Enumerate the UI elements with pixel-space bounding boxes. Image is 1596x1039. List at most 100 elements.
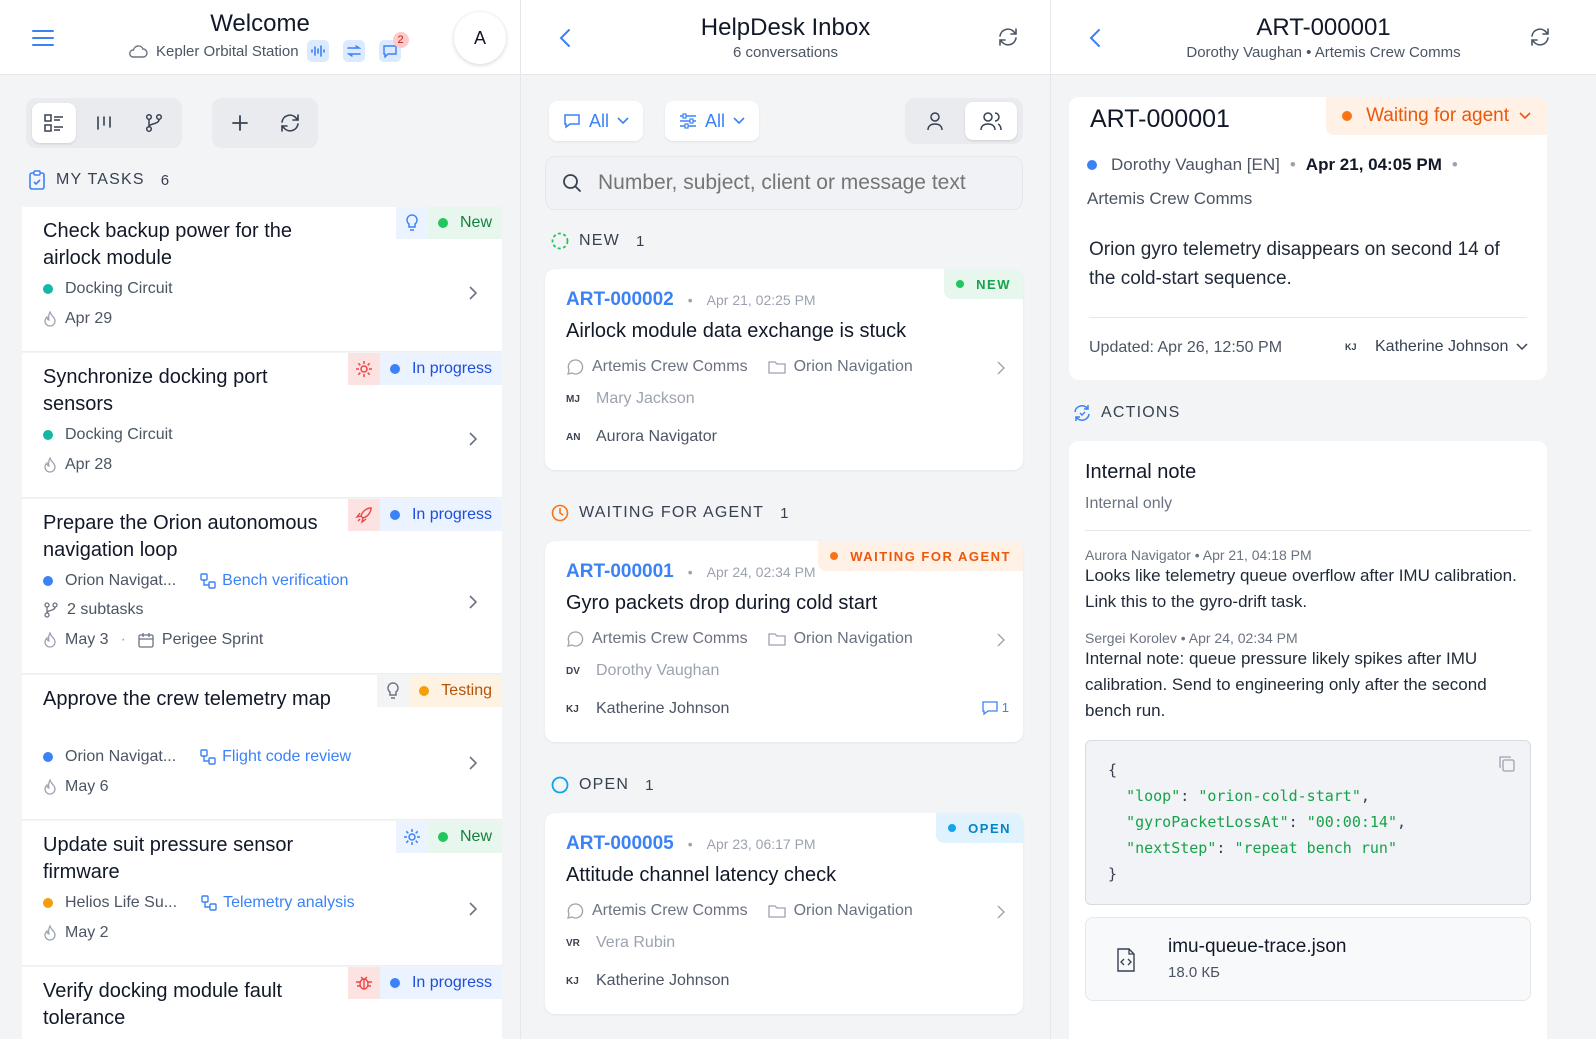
note-text: Internal note: queue pressure likely spi…	[1085, 649, 1487, 720]
sliders-icon	[679, 113, 697, 129]
status-label: New	[459, 214, 492, 231]
channel-filter[interactable]: All	[549, 101, 644, 141]
folder-icon	[767, 632, 786, 646]
group-count: 1	[635, 232, 645, 250]
refresh-icon[interactable]	[995, 24, 1021, 50]
conversation-date: Apr 23, 06:17 PM	[706, 836, 816, 852]
client-row: VR Vera Rubin	[566, 934, 675, 952]
agent-name: Aurora Navigator	[596, 428, 717, 445]
chevron-right-icon[interactable]	[468, 901, 478, 917]
detail-panel: ART-000001 Dorothy Vaughan • Artemis Cre…	[1050, 0, 1596, 1039]
conversation-id[interactable]: ART-000001	[566, 561, 674, 583]
comment-count[interactable]: 1	[982, 700, 1009, 715]
conversation-id-row: ART-000001 • Apr 24, 02:34 PM	[566, 561, 816, 583]
folder-name: Orion Navigation	[793, 358, 913, 375]
chevron-right-icon[interactable]	[468, 755, 478, 771]
conversation-id[interactable]: ART-000005	[566, 833, 674, 855]
agent-initials: KJ	[566, 703, 579, 715]
chevron-right-icon[interactable]	[468, 431, 478, 447]
note-text: Looks like telemetry queue overflow afte…	[1085, 566, 1517, 611]
task-title: Verify docking module fault tolerance	[43, 980, 283, 1029]
waveform-icon[interactable]	[306, 40, 329, 62]
status-badge: In progress	[347, 499, 502, 531]
list-view-icon[interactable]	[32, 103, 76, 143]
gear-icon	[396, 821, 428, 853]
chevron-down-icon	[733, 117, 745, 125]
client-name: Vera Rubin	[596, 934, 676, 951]
copy-icon[interactable]	[1498, 755, 1516, 773]
linked-task[interactable]: Telemetry analysis	[201, 894, 355, 912]
task-card[interactable]: Approve the crew telemetry map Testing O…	[22, 675, 502, 820]
ticket-message: Orion gyro telemetry disappears on secon…	[1089, 239, 1500, 289]
linked-task[interactable]: Bench verification	[200, 572, 348, 590]
status-label: New	[459, 828, 492, 845]
branch-view-icon[interactable]	[132, 103, 176, 143]
status-label: Testing	[441, 682, 492, 699]
task-card[interactable]: Check backup power for the airlock modul…	[22, 207, 502, 352]
file-code-icon	[1116, 948, 1136, 972]
task-due: Apr 28	[43, 456, 112, 474]
channel-name: Artemis Crew Comms	[592, 902, 748, 919]
client-initials: DV	[566, 665, 580, 677]
tasks-panel: Welcome Kepler Orbital Station 2 A MY TA…	[0, 0, 520, 1039]
chevron-right-icon[interactable]	[997, 905, 1005, 919]
refresh-icon[interactable]	[268, 103, 312, 143]
task-card[interactable]: Verify docking module fault tolerance In…	[22, 967, 502, 1039]
internal-note-card: Internal note Internal only Aurora Navig…	[1069, 441, 1547, 1039]
agent-initials: AN	[566, 431, 581, 443]
chevron-right-icon[interactable]	[997, 361, 1005, 375]
status-label: In progress	[411, 506, 492, 523]
chevron-down-icon	[617, 117, 629, 125]
search-input[interactable]	[598, 171, 978, 195]
linked-task-label: Bench verification	[222, 572, 349, 589]
add-icon[interactable]	[218, 103, 262, 143]
person-icon[interactable]	[909, 102, 961, 140]
conversation-card[interactable]: OPEN ART-000005 • Apr 23, 06:17 PM Attitud…	[545, 813, 1023, 1014]
conversation-id[interactable]: ART-000002	[566, 289, 674, 311]
task-due: May 3 · Perigee Sprint	[43, 631, 263, 649]
chevron-right-icon[interactable]	[468, 594, 478, 610]
file-size: 18.0 КБ	[1168, 964, 1220, 981]
channel-name: Artemis Crew Comms	[592, 630, 748, 647]
lightbulb-icon	[396, 207, 428, 239]
actions-label: ACTIONS	[1101, 404, 1181, 421]
linked-task[interactable]: Flight code review	[200, 748, 351, 766]
note-title: Internal note	[1085, 461, 1197, 483]
conversation-card[interactable]: WAITING FOR AGENT ART-000001 • Apr 24, 02:…	[545, 541, 1023, 742]
chevron-right-icon[interactable]	[468, 285, 478, 301]
board-view-icon[interactable]	[82, 103, 126, 143]
task-card[interactable]: Update suit pressure sensor firmware New…	[22, 821, 502, 966]
task-project: Helios Life Su... Telemetry analysis	[43, 894, 355, 912]
conversation-id-row: ART-000002 • Apr 21, 02:25 PM	[566, 289, 816, 311]
conversation-subject: Attitude channel latency check	[566, 864, 837, 886]
dashed-circle-icon	[551, 232, 569, 250]
settings-filter[interactable]: All	[665, 101, 760, 141]
task-project: Orion Navigat... Bench verification	[43, 572, 348, 590]
people-icon[interactable]	[965, 102, 1017, 140]
subtasks-count: 2 subtasks	[67, 601, 144, 618]
attachment[interactable]: imu-queue-trace.json 18.0 КБ	[1085, 917, 1531, 1001]
conversation-card[interactable]: NEW ART-000002 • Apr 21, 02:25 PM Airlock …	[545, 269, 1023, 470]
tasks-header: Welcome Kepler Orbital Station 2 A	[0, 0, 520, 75]
status-dropdown[interactable]: Waiting for agent	[1326, 97, 1547, 135]
conversation-subject: Airlock module data exchange is stuck	[566, 320, 907, 342]
station-name: Kepler Orbital Station	[156, 42, 299, 60]
detail-header: ART-000001 Dorothy Vaughan • Artemis Cre…	[1051, 0, 1596, 75]
chevron-right-icon[interactable]	[997, 633, 1005, 647]
gear-icon	[348, 353, 380, 385]
menu-icon[interactable]	[28, 24, 58, 52]
divider	[1085, 530, 1531, 531]
avatar[interactable]: A	[454, 12, 506, 64]
chat-icon	[563, 113, 581, 129]
task-card[interactable]: Prepare the Orion autonomous navigation …	[22, 499, 502, 674]
actions-header: ACTIONS	[1073, 404, 1181, 422]
conversation-id-row: ART-000005 • Apr 23, 06:17 PM	[566, 833, 816, 855]
chat-icon[interactable]: 2	[378, 32, 409, 62]
project-name: Docking Circuit	[65, 426, 173, 443]
assignee-dropdown[interactable]: KJ Katherine Johnson	[1345, 338, 1528, 356]
refresh-icon[interactable]	[1527, 24, 1553, 50]
task-card[interactable]: Synchronize docking port sensors In prog…	[22, 353, 502, 498]
client-name[interactable]: Dorothy Vaughan [EN]	[1111, 155, 1280, 175]
swap-icon[interactable]	[342, 40, 365, 62]
status-label: In progress	[411, 974, 492, 991]
